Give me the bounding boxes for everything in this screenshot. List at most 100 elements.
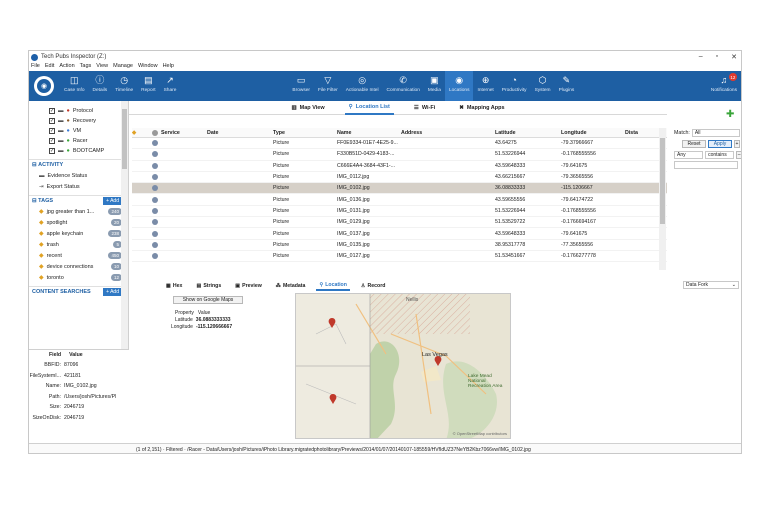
tab-metadata[interactable]: ⁂ Metadata: [273, 280, 309, 291]
tab-location-list[interactable]: ⚲ Location List: [344, 101, 394, 115]
reset-button[interactable]: Reset: [682, 140, 706, 148]
menu-manage[interactable]: Manage: [113, 63, 133, 71]
table-row[interactable]: Picture F330B51D-0429-4183-... 51.53226944…: [132, 149, 667, 161]
evidence-status-item[interactable]: ▬ Evidence Status: [29, 170, 128, 181]
communication-button[interactable]: ✆ Communication: [383, 71, 424, 101]
export-status-item[interactable]: ⇥ Export Status: [29, 181, 128, 192]
details-button[interactable]: ⓘ Details: [89, 71, 112, 101]
tab-map-view[interactable]: ▥ Map View: [287, 101, 328, 115]
grid-scroll-thumb[interactable]: [660, 138, 665, 224]
latitude-cell: 51.53451667: [495, 253, 526, 260]
file-filter-button[interactable]: ▽ File Filter: [314, 71, 342, 101]
productivity-button[interactable]: ◔ Productivity: [498, 71, 531, 101]
tree-item-racer[interactable]: ✓ ▬ ● Racer: [29, 136, 128, 146]
report-button[interactable]: ▤ Report: [137, 71, 159, 101]
table-row[interactable]: Picture IMG_0127.jpg 51.53451667 -0.1766277…: [132, 251, 667, 263]
table-row[interactable]: Picture IMG_0112.jpg 43.66215667 -79.365655…: [132, 172, 667, 184]
operator-select[interactable]: contains: [705, 151, 735, 159]
column-latitude[interactable]: Latitude: [495, 130, 561, 136]
column-longitude[interactable]: Longitude: [561, 130, 625, 136]
actionable-intel-button[interactable]: ◎ Actionable Intel: [342, 71, 383, 101]
menu-action[interactable]: Action: [59, 63, 74, 71]
add-content-search-button[interactable]: + Add: [103, 288, 122, 296]
match-select[interactable]: All: [691, 129, 740, 137]
tree-checkbox[interactable]: ✓: [49, 128, 55, 134]
table-row[interactable]: Picture IMG_0135.jpg 38.95317778 -77.356555…: [132, 240, 667, 251]
apply-button[interactable]: Apply: [708, 140, 732, 148]
left-panel-scroll-thumb[interactable]: [122, 109, 127, 169]
table-row[interactable]: Picture IMG_0136.jpg 43.59655556 -79.641747…: [132, 194, 667, 206]
tree-checkbox[interactable]: ✓: [49, 138, 55, 144]
tree-item-bootcamp[interactable]: ✓ ▬ ● BOOTCAMP: [29, 146, 128, 156]
tags-header[interactable]: ⊟ TAGS + Add: [29, 195, 128, 206]
media-button[interactable]: ▣ Media: [424, 71, 445, 101]
tag-column-icon[interactable]: ◆: [132, 130, 148, 136]
fork-select[interactable]: Data Fork ⌄: [683, 281, 739, 289]
menu-edit[interactable]: Edit: [45, 63, 54, 71]
add-tag-button[interactable]: + Add: [103, 197, 122, 205]
tab-record[interactable]: ♙ Record: [358, 280, 389, 291]
share-button[interactable]: ↗ Share: [160, 71, 181, 101]
show-on-google-maps-button[interactable]: Show on Google Maps: [173, 296, 243, 304]
location-map[interactable]: Las Vegas Nellis Lake Mead National Recr…: [295, 293, 511, 439]
remove-filter-button[interactable]: –: [736, 151, 741, 159]
tag-item-recent[interactable]: ◆ recent 450: [29, 250, 128, 261]
locations-button[interactable]: ◉ Locations: [444, 71, 474, 101]
tree-item-vm[interactable]: ✓ ▬ ● VM: [29, 126, 128, 136]
table-row[interactable]: Picture IMG_0129.jpg 51.53529722 -0.1766694…: [132, 217, 667, 229]
name-cell: IMG_0112.jpg: [337, 174, 370, 181]
tag-item-apple-keychain[interactable]: ◆ apple keychain 238: [29, 228, 128, 239]
tab-mapping-apps[interactable]: ✖ Mapping Apps: [455, 101, 508, 115]
close-icon[interactable]: ✕: [731, 53, 737, 61]
column-address[interactable]: Address: [401, 130, 495, 136]
maximize-icon[interactable]: ▫: [716, 53, 718, 61]
minimize-icon[interactable]: –: [699, 53, 703, 61]
tree-checkbox[interactable]: ✓: [49, 148, 55, 154]
system-button[interactable]: ⬡ System: [531, 71, 555, 101]
browser-button[interactable]: ▭ Browser: [288, 71, 314, 101]
tab-preview[interactable]: ▣ Preview: [232, 280, 265, 291]
field-select[interactable]: Any: [674, 151, 704, 159]
plugins-button[interactable]: ✎ Plugins: [555, 71, 579, 101]
menu-file[interactable]: File: [31, 63, 40, 71]
column-name[interactable]: Name: [337, 130, 401, 136]
table-row[interactable]: Picture IMG_0102.jpg 36.08833333 -115.12066…: [132, 183, 667, 195]
status-column[interactable]: [148, 129, 161, 136]
tag-item-spotlight[interactable]: ◆ spotlight 20: [29, 217, 128, 228]
table-row[interactable]: Picture C666E4A4-3684-43F1-... 43.59648333…: [132, 161, 667, 172]
content-searches-header[interactable]: CONTENT SEARCHES + Add: [29, 286, 128, 297]
add-filter-button[interactable]: +: [734, 140, 740, 148]
menu-window[interactable]: Window: [138, 63, 158, 71]
table-row[interactable]: Picture IMG_0131.jpg 51.53226944 -0.1768555…: [132, 206, 667, 218]
menu-help[interactable]: Help: [163, 63, 174, 71]
tag-item-toronto[interactable]: ◆ toronto 12: [29, 272, 128, 283]
grid-scrollbar[interactable]: [659, 128, 666, 270]
table-row[interactable]: Picture FF0E9334-01E7-4E25-9... 43.64275 -7…: [132, 138, 667, 150]
column-service[interactable]: Service: [161, 130, 207, 136]
case-info-button[interactable]: ◫ Case Info: [60, 71, 89, 101]
tag-item-device-connections[interactable]: ◆ device connections 10: [29, 261, 128, 272]
activity-header[interactable]: ⊟ ACTIVITY: [29, 159, 128, 170]
tab-strings[interactable]: ▤ Strings: [193, 280, 224, 291]
filter-value-input[interactable]: [674, 161, 738, 169]
table-row[interactable]: Picture IMG_0137.jpg 43.59648333 -79.641675: [132, 228, 667, 240]
tab-hex[interactable]: ▦ Hex: [163, 280, 185, 291]
tree-item-recovery[interactable]: ✓ ▬ ● Recovery: [29, 116, 128, 126]
tree-checkbox[interactable]: ✓: [49, 108, 55, 114]
menu-view[interactable]: View: [96, 63, 108, 71]
column-date[interactable]: Date: [207, 130, 273, 136]
longitude-cell: -0.1768555556: [561, 207, 596, 214]
tab-location[interactable]: ⚲ Location: [316, 280, 350, 291]
tree-item-protocol[interactable]: ✓ ▬ ● Protocol: [29, 106, 128, 116]
tab-wifi[interactable]: ☰ Wi-Fi: [410, 101, 439, 115]
column-type[interactable]: Type: [273, 130, 337, 136]
tree-checkbox[interactable]: ✓: [49, 118, 55, 124]
left-panel-scrollbar[interactable]: [121, 101, 128, 349]
pin-panel-icon[interactable]: ✚: [726, 109, 734, 120]
internet-button[interactable]: ⊕ Internet: [473, 71, 497, 101]
tag-item-jpg-greater-than-1[interactable]: ◆ jpg greater than 1... 240: [29, 206, 128, 217]
notifications-button[interactable]: ♫ Notifications 12: [711, 71, 737, 101]
timeline-button[interactable]: ◷ Timeline: [111, 71, 137, 101]
tag-item-trash[interactable]: ◆ trash 5: [29, 239, 128, 250]
menu-tags[interactable]: Tags: [80, 63, 92, 71]
